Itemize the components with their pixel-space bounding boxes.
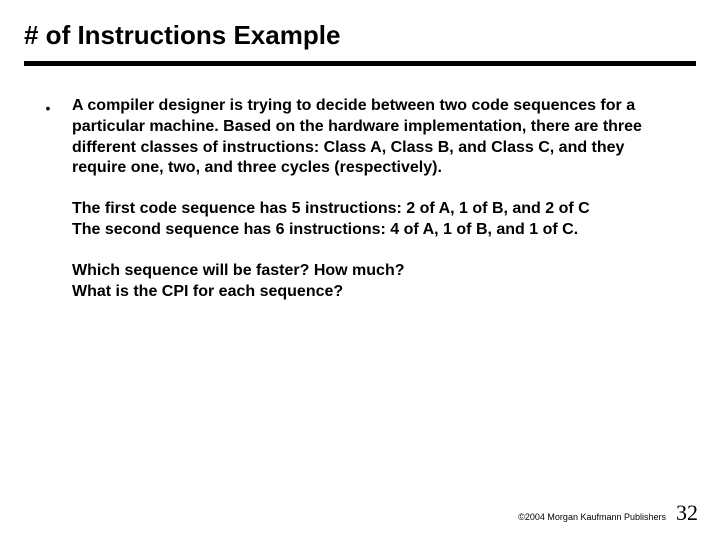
body-text: A compiler designer is trying to decide …: [72, 96, 696, 302]
paragraph-3a: Which sequence will be faster? How much?: [72, 261, 666, 282]
paragraph-3b: What is the CPI for each sequence?: [72, 282, 666, 303]
bullet-marker: •: [24, 96, 72, 118]
paragraph-2a: The first code sequence has 5 instructio…: [72, 199, 666, 220]
slide: # of Instructions Example • A compiler d…: [0, 0, 720, 540]
page-number: 32: [676, 500, 698, 526]
content-block: • A compiler designer is trying to decid…: [24, 96, 696, 302]
paragraph-2b: The second sequence has 6 instructions: …: [72, 220, 666, 241]
slide-title: # of Instructions Example: [24, 20, 696, 51]
footer: ©2004 Morgan Kaufmann Publishers 32: [518, 500, 698, 526]
title-underline: [24, 61, 696, 66]
copyright-text: ©2004 Morgan Kaufmann Publishers: [518, 512, 666, 522]
paragraph-1: A compiler designer is trying to decide …: [72, 96, 666, 179]
